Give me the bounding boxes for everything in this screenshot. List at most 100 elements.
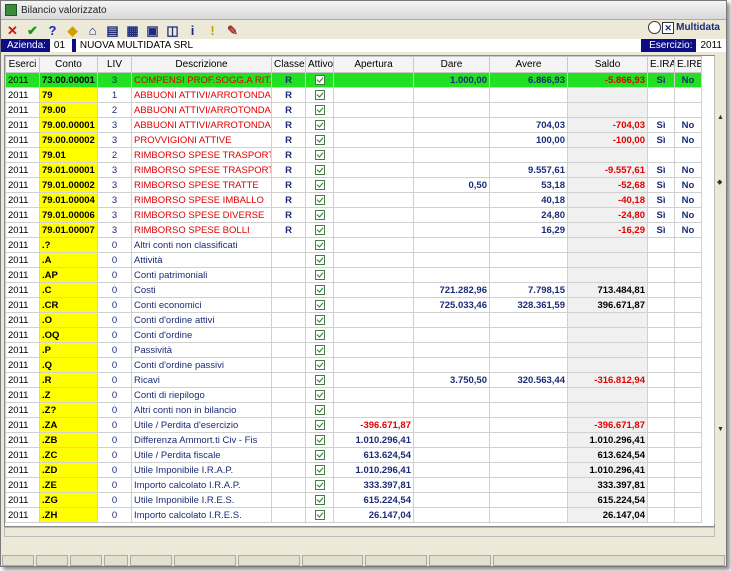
cell-attivo[interactable] (305, 402, 334, 418)
attivo-checkbox[interactable] (314, 434, 325, 445)
cell-classe[interactable] (271, 327, 306, 343)
cell-liv[interactable]: 0 (97, 342, 132, 358)
cell-saldo[interactable] (567, 357, 648, 373)
col-dare-header[interactable]: Dare (413, 56, 490, 73)
cell-esercizio[interactable]: 2011 (5, 117, 40, 133)
cell-esercizio[interactable]: 2011 (5, 417, 40, 433)
cell-eires[interactable] (674, 372, 702, 388)
cell-attivo[interactable] (305, 207, 334, 223)
cell-liv[interactable]: 0 (97, 507, 132, 523)
col-liv-header[interactable]: LIV (97, 56, 132, 73)
cell-eirap[interactable]: Sì (647, 192, 675, 208)
cell-eirap[interactable] (647, 237, 675, 253)
col-eirap-header[interactable]: E.IRAP (647, 56, 675, 73)
cell-dare[interactable] (413, 447, 490, 463)
cell-esercizio[interactable]: 2011 (5, 297, 40, 313)
table-row[interactable]: 2011 .ZE 0 Importo calcolato I.R.A.P. 333.39… (5, 477, 702, 493)
cell-apertura[interactable] (333, 297, 414, 313)
cell-saldo[interactable]: 333.397,81 (567, 477, 648, 493)
cell-saldo[interactable] (567, 147, 648, 163)
cell-apertura[interactable] (333, 72, 414, 88)
cell-eires[interactable] (674, 297, 702, 313)
cell-liv[interactable]: 0 (97, 282, 132, 298)
cell-esercizio[interactable]: 2011 (5, 282, 40, 298)
attivo-checkbox[interactable] (314, 209, 325, 220)
table-row[interactable]: 2011 79.01.00001 3 RIMBORSO SPESE TRASPORTO… (5, 162, 702, 178)
cell-descrizione[interactable]: Differenza Ammort.ti Civ - Fis (131, 432, 272, 448)
attivo-checkbox[interactable] (314, 314, 325, 325)
cell-attivo[interactable] (305, 417, 334, 433)
cell-avere[interactable] (489, 402, 568, 418)
cell-eirap[interactable] (647, 357, 675, 373)
cell-eirap[interactable]: Sì (647, 207, 675, 223)
cell-eires[interactable] (674, 507, 702, 523)
table-row[interactable]: 2011791ABBUONI ATTIVI/ARROTONDAMENTIR (5, 87, 702, 103)
cell-descrizione[interactable]: RIMBORSO SPESE BOLLI (131, 222, 272, 238)
cell-saldo[interactable]: 1.010.296,41 (567, 432, 648, 448)
vertical-scrollbar[interactable]: ▲ ◆ ▼ (714, 56, 726, 524)
table-row[interactable]: 2011 79.01.00007 3 RIMBORSO SPESE BOLLI R 16,… (5, 222, 702, 238)
cell-apertura[interactable] (333, 87, 414, 103)
cell-eires[interactable] (674, 237, 702, 253)
cell-dare[interactable] (413, 342, 490, 358)
report-icon[interactable]: ▦ (124, 22, 141, 38)
cell-liv[interactable]: 3 (97, 192, 132, 208)
cell-dare[interactable] (413, 432, 490, 448)
cell-esercizio[interactable]: 2011 (5, 147, 40, 163)
cell-apertura[interactable]: 613.624,54 (333, 447, 414, 463)
cell-liv[interactable]: 0 (97, 387, 132, 403)
cell-eirap[interactable]: Sì (647, 132, 675, 148)
cell-attivo[interactable] (305, 132, 334, 148)
cell-saldo[interactable]: 615.224,54 (567, 492, 648, 508)
cell-eires[interactable]: No (674, 222, 702, 238)
cell-dare[interactable] (413, 492, 490, 508)
esercizio-field[interactable]: 2011 (696, 39, 726, 52)
cell-apertura[interactable] (333, 267, 414, 283)
attivo-checkbox[interactable] (314, 329, 325, 340)
cell-dare[interactable] (413, 162, 490, 178)
cell-saldo[interactable]: -704,03 (567, 117, 648, 133)
cell-avere[interactable]: 24,80 (489, 207, 568, 223)
confirm-icon[interactable]: ✔ (24, 22, 41, 38)
cell-esercizio[interactable]: 2011 (5, 222, 40, 238)
attivo-checkbox[interactable] (314, 104, 325, 115)
cell-eires[interactable] (674, 252, 702, 268)
cell-esercizio[interactable]: 2011 (5, 207, 40, 223)
cell-eirap[interactable] (647, 342, 675, 358)
cell-descrizione[interactable]: RIMBORSO SPESE IMBALLO (131, 192, 272, 208)
cell-dare[interactable] (413, 417, 490, 433)
cell-dare[interactable] (413, 402, 490, 418)
cell-esercizio[interactable]: 2011 (5, 102, 40, 118)
cell-apertura[interactable] (333, 132, 414, 148)
cell-liv[interactable]: 3 (97, 132, 132, 148)
cell-eires[interactable]: No (674, 72, 702, 88)
table-row[interactable]: 2011.? 0 Altri conti non classificati (5, 237, 702, 253)
cell-conto[interactable]: .AP (39, 267, 98, 283)
table-row[interactable]: 2011 .OQ 0 Conti d'ordine (5, 327, 702, 343)
cell-classe[interactable] (271, 402, 306, 418)
cell-avere[interactable]: 320.563,44 (489, 372, 568, 388)
cell-avere[interactable] (489, 252, 568, 268)
cell-dare[interactable] (413, 102, 490, 118)
cell-esercizio[interactable]: 2011 (5, 462, 40, 478)
table-row[interactable]: 2011 79.00.00002 3 PROVVIGIONI ATTIVE R 100,0… (5, 132, 702, 148)
cell-dare[interactable] (413, 222, 490, 238)
attivo-checkbox[interactable] (314, 374, 325, 385)
cell-dare[interactable] (413, 477, 490, 493)
cell-descrizione[interactable]: RIMBORSO SPESE TRASPORTO (131, 147, 272, 163)
cell-conto[interactable]: 79.01.00004 (39, 192, 98, 208)
table-row[interactable]: 2011 .AP 0 Conti patrimoniali (5, 267, 702, 283)
cell-eirap[interactable]: Sì (647, 162, 675, 178)
attivo-checkbox[interactable] (314, 179, 325, 190)
cell-descrizione[interactable]: Altri conti non classificati (131, 237, 272, 253)
cell-attivo[interactable] (305, 237, 334, 253)
cell-eires[interactable] (674, 87, 702, 103)
cell-descrizione[interactable]: Attività (131, 252, 272, 268)
cell-classe[interactable]: R (271, 147, 306, 163)
cell-attivo[interactable] (305, 222, 334, 238)
table-row[interactable]: 2011 .ZA 0 Utile / Perdita d'esercizio -396.… (5, 417, 702, 433)
cell-classe[interactable] (271, 462, 306, 478)
cell-avere[interactable]: 704,03 (489, 117, 568, 133)
cell-eires[interactable] (674, 447, 702, 463)
cell-eires[interactable] (674, 267, 702, 283)
